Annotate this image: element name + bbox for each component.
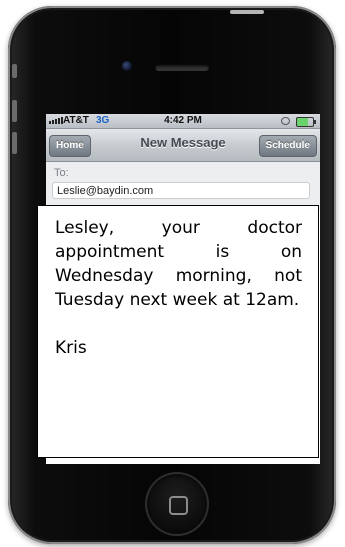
volume-up-button bbox=[12, 100, 17, 122]
power-button bbox=[230, 10, 264, 14]
rotation-lock-icon bbox=[281, 117, 290, 125]
to-field[interactable]: Leslie@baydin.com bbox=[52, 182, 310, 199]
schedule-button[interactable]: Schedule bbox=[258, 135, 317, 157]
to-label: To: bbox=[54, 167, 69, 179]
message-body-area[interactable]: Lesley, your doctor appointment is on We… bbox=[37, 205, 319, 458]
status-bar: AT&T 3G 4:42 PM bbox=[46, 114, 320, 129]
battery-icon bbox=[296, 117, 316, 127]
front-camera bbox=[122, 61, 132, 71]
recipient-area: To: Leslie@baydin.com bbox=[46, 162, 320, 210]
home-square-icon bbox=[169, 496, 188, 515]
mute-switch bbox=[12, 64, 17, 78]
message-body-text: Lesley, your doctor appointment is on We… bbox=[55, 218, 302, 310]
message-signature: Kris bbox=[55, 338, 87, 358]
earpiece-speaker bbox=[155, 64, 209, 71]
status-time: 4:42 PM bbox=[164, 115, 202, 126]
navigation-bar: Home New Message Schedule bbox=[46, 129, 320, 162]
volume-down-button bbox=[12, 132, 17, 154]
home-button-icon[interactable] bbox=[145, 472, 209, 536]
